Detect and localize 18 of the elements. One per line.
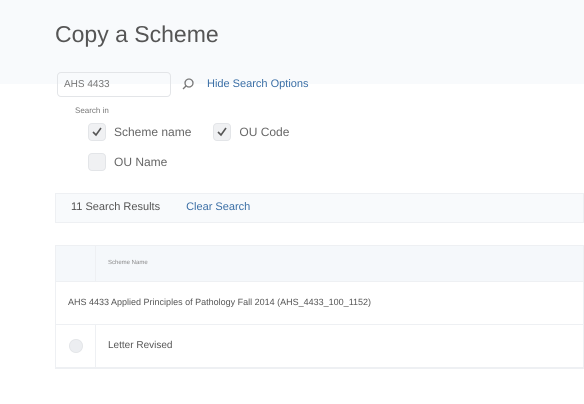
checkmark-icon	[92, 126, 102, 136]
clear-search-link[interactable]: Clear Search	[186, 199, 250, 216]
checkmark-icon	[217, 126, 228, 136]
search-icon[interactable]	[181, 77, 195, 91]
checkbox[interactable]	[88, 152, 106, 170]
checkbox[interactable]	[88, 122, 106, 140]
checkbox-label: Scheme name	[114, 124, 192, 140]
hide-options-link[interactable]: Hide Search Options	[207, 76, 308, 92]
page-title: Copy a Scheme	[55, 20, 220, 49]
radio-button[interactable]	[68, 338, 82, 352]
search-in-label: Search in	[74, 104, 110, 116]
checkbox-label: OU Code	[239, 124, 290, 140]
group-row-title: AHS 4433 Applied Principles of Pathology Fall 2014 (AHS_4433_100_1152)	[68, 296, 372, 309]
checkbox[interactable]	[213, 122, 232, 140]
checkbox-label: OU Name	[114, 154, 168, 170]
table-cell-text: Letter Revised	[108, 339, 172, 353]
results-count: 11 Search Results	[71, 200, 160, 216]
search-field[interactable]: AHS 4433	[57, 72, 171, 96]
